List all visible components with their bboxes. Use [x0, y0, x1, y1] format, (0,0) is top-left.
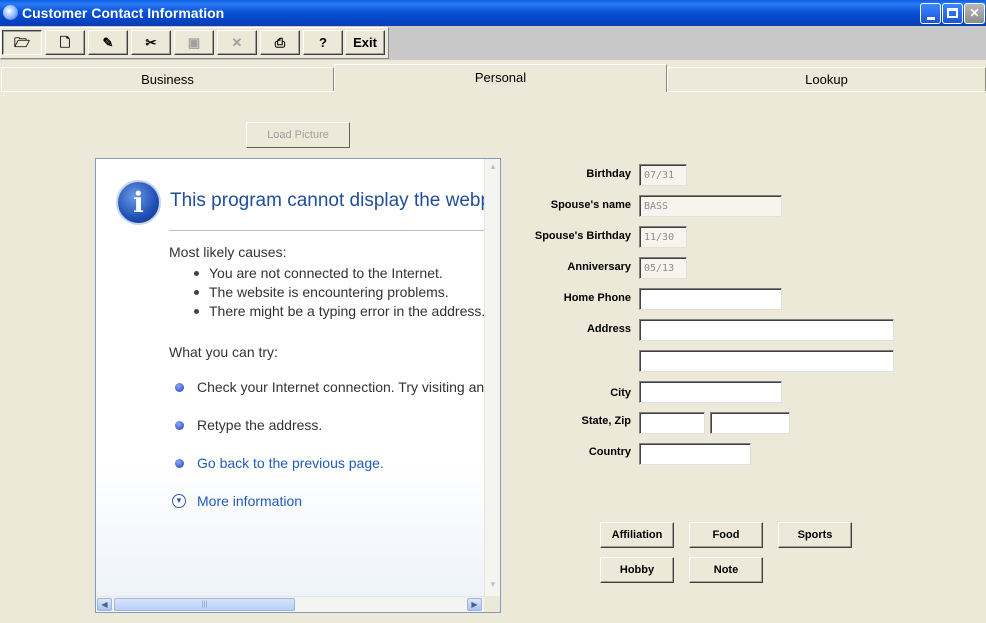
tab-divider-left — [0, 91, 334, 92]
delete-button[interactable]: ✕ — [217, 30, 257, 55]
more-information-link[interactable]: More information — [197, 493, 302, 509]
save-icon: ▣ — [187, 35, 201, 50]
state-zip-label: State, Zip — [581, 415, 631, 427]
error-page: i This program cannot display the webpag… — [96, 159, 484, 596]
bullet-icon — [194, 290, 199, 295]
error-title: This program cannot display the webpage — [170, 190, 484, 211]
birthday-label: Birthday — [586, 168, 631, 180]
spouse-name-field[interactable]: BASS — [639, 195, 782, 217]
delete-icon: ✕ — [231, 35, 243, 50]
tab-business[interactable]: Business — [1, 67, 334, 92]
affiliation-button[interactable]: Affiliation — [600, 522, 674, 548]
help-icon: ? — [319, 35, 327, 50]
vertical-scrollbar[interactable]: ▲ ▼ — [484, 159, 500, 596]
bullet-icon — [194, 271, 199, 276]
hobby-button[interactable]: Hobby — [600, 557, 674, 583]
note-button[interactable]: Note — [689, 557, 763, 583]
open-button[interactable]: 🗁 — [2, 30, 42, 55]
window-title: Customer Contact Information — [22, 5, 225, 21]
state-field[interactable] — [639, 412, 705, 434]
food-button[interactable]: Food — [689, 522, 763, 548]
maximize-button[interactable] — [942, 3, 963, 24]
country-label: Country — [588, 446, 631, 458]
tab-personal[interactable]: Personal — [334, 64, 667, 92]
bullet-icon — [194, 309, 199, 314]
print-icon: ⎙ — [274, 35, 286, 50]
cause-item: You are not connected to the Internet. — [209, 265, 443, 281]
picture-browser-panel: i This program cannot display the webpag… — [95, 158, 501, 613]
anniversary-field[interactable]: 05/13 — [639, 257, 687, 279]
address-line2-field[interactable] — [639, 350, 894, 372]
cause-item: The website is encountering problems. — [209, 284, 449, 300]
close-icon: ✕ — [969, 6, 980, 20]
save-button[interactable]: ▣ — [174, 30, 214, 55]
scrollbar-corner — [484, 596, 500, 612]
home-phone-label: Home Phone — [563, 292, 631, 304]
causes-heading: Most likely causes: — [169, 244, 287, 260]
minimize-icon — [927, 17, 935, 20]
app-icon — [3, 5, 18, 20]
minimize-button[interactable] — [920, 3, 941, 24]
tab-lookup[interactable]: Lookup — [667, 67, 986, 92]
spouse-name-label: Spouse's name — [550, 199, 631, 211]
birthday-field[interactable]: 07/31 — [639, 164, 687, 186]
cut-icon: ✂ — [145, 35, 157, 50]
maximize-icon — [947, 8, 958, 18]
city-field[interactable] — [639, 381, 782, 403]
new-document-icon: 🗋 — [59, 35, 71, 50]
title-bar: Customer Contact Information ✕ — [0, 0, 986, 26]
horizontal-scrollbar[interactable]: ◀ ||| ▶ — [96, 596, 484, 612]
country-field[interactable] — [639, 443, 751, 465]
zip-field[interactable] — [710, 412, 790, 434]
go-back-link[interactable]: Go back to the previous page. — [197, 455, 384, 471]
address-label: Address — [586, 323, 631, 335]
close-button[interactable]: ✕ — [964, 3, 985, 24]
edit-button[interactable]: ✎ — [88, 30, 128, 55]
bullet-icon — [175, 459, 184, 468]
try-item: Check your Internet connection. Try visi… — [197, 379, 484, 395]
scroll-right-icon[interactable]: ▶ — [467, 598, 482, 611]
scroll-left-icon[interactable]: ◀ — [97, 598, 112, 611]
open-folder-icon: 🗁 — [13, 35, 31, 50]
help-button[interactable]: ? — [303, 30, 343, 55]
chevron-down-icon[interactable]: ▼ — [172, 494, 186, 508]
spouse-birthday-label: Spouse's Birthday — [534, 230, 631, 242]
home-phone-field[interactable] — [639, 288, 782, 310]
title-divider — [169, 230, 484, 231]
scroll-thumb[interactable]: ||| — [114, 598, 295, 611]
sports-button[interactable]: Sports — [778, 522, 852, 548]
cause-item: There might be a typing error in the add… — [209, 303, 484, 319]
try-item: Retype the address. — [197, 417, 323, 433]
edit-icon: ✎ — [102, 35, 114, 50]
city-label: City — [610, 387, 631, 399]
toolbar: 🗁 🗋 ✎ ✂ ▣ ✕ ⎙ ? Exit — [0, 26, 986, 60]
info-icon: i — [116, 180, 161, 225]
tab-strip: Business Personal Lookup — [0, 64, 986, 92]
new-button[interactable]: 🗋 — [45, 30, 85, 55]
load-picture-button[interactable]: Load Picture — [246, 122, 350, 148]
spouse-birthday-field[interactable]: 11/30 — [639, 226, 687, 248]
bullet-icon — [175, 383, 184, 392]
exit-button[interactable]: Exit — [345, 30, 385, 55]
tab-divider-right — [667, 91, 986, 92]
bullet-icon — [175, 421, 184, 430]
scroll-down-icon[interactable]: ▼ — [487, 580, 499, 592]
anniversary-label: Anniversary — [567, 261, 631, 273]
address-line1-field[interactable] — [639, 319, 894, 341]
try-heading: What you can try: — [169, 344, 278, 360]
print-button[interactable]: ⎙ — [260, 30, 300, 55]
cut-button[interactable]: ✂ — [131, 30, 171, 55]
